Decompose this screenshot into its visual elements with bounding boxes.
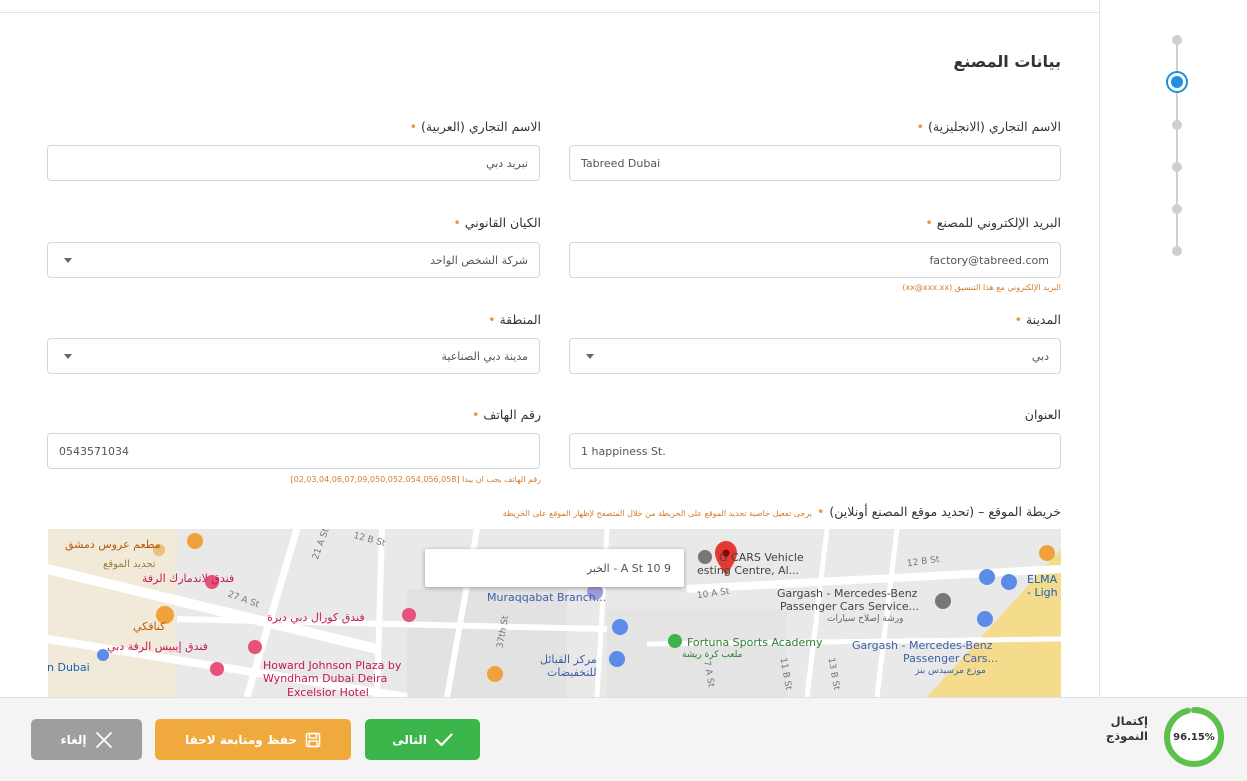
trade-name-en-input[interactable]: Tabreed Dubai: [569, 145, 1061, 181]
phone-input[interactable]: 0543571034: [47, 433, 540, 469]
progress-value: 96.15%: [1173, 731, 1215, 743]
map-label-badminton: ملعب كرة ريشة: [682, 650, 743, 660]
city-value: دبي: [1031, 349, 1049, 363]
next-button[interactable]: التالى: [365, 719, 480, 760]
factory-email-value: factory@tabreed.com: [929, 253, 1049, 267]
form-footer: التالى حفظ ومتابعة لاحقا إلغاء إكتمال ال…: [0, 697, 1247, 781]
step-1[interactable]: [1172, 35, 1182, 45]
chevron-down-icon: [64, 354, 72, 359]
address-label: العنوان: [1024, 407, 1061, 422]
chevron-down-icon: [586, 354, 594, 359]
factory-email-label: البريد الإلكتروني للمصنع•: [925, 215, 1061, 230]
cancel-button-label: إلغاء: [60, 732, 87, 747]
location-map[interactable]: مطعم عروس دمشق تحديد الموقع فندق لاندمار…: [47, 529, 1061, 697]
trade-name-en-value: Tabreed Dubai: [581, 156, 661, 170]
phone-hint: رقم الهاتف يجب ان يبدا [02,03,04,06,07,0…: [290, 475, 541, 484]
stepper-divider: [1099, 0, 1100, 697]
section-title: بيانات المصنع: [953, 52, 1061, 71]
save-button-label: حفظ ومتابعة لاحقا: [184, 732, 298, 747]
map-label-fortuna: Fortuna Sports Academy: [687, 636, 823, 649]
map-search-input[interactable]: 9 A St 10 - الخبر: [425, 549, 684, 587]
map-label-muraqqabat: Muraqqabat Branch...: [487, 591, 607, 604]
map-label-wyndham: Wyndham Dubai Deira: [263, 672, 388, 685]
legal-entity-select[interactable]: شركة الشخص الواحد: [47, 242, 540, 278]
map-label-qabail-2: للتخفيضات: [547, 666, 597, 679]
map-search-value: 9 A St 10 - الخبر: [586, 561, 671, 575]
map-label-dubai: n Dubai: [47, 661, 90, 674]
phone-value: 0543571034: [59, 444, 129, 458]
progress-label: إكتمال النموذج: [1105, 714, 1148, 743]
region-select[interactable]: مدينة دبي الصناعية: [47, 338, 540, 374]
factory-email-hint: البريد الإلكتروني مع هذا التنسيق (xx@xxx…: [902, 283, 1061, 292]
step-2-active[interactable]: [1171, 76, 1183, 88]
save-continue-later-button[interactable]: حفظ ومتابعة لاحقا: [155, 719, 351, 760]
city-select[interactable]: دبي: [569, 338, 1061, 374]
map-label-passenger-cars: Passenger Cars...: [903, 652, 999, 665]
legal-entity-value: شركة الشخص الواحد: [430, 253, 528, 267]
phone-label: رقم الهاتف•: [472, 407, 541, 422]
trade-name-en-label: الاسم التجاري (الانجليزية)•: [916, 119, 1061, 134]
close-icon: [95, 731, 113, 749]
trade-name-ar-label: الاسم التجاري (العربية)•: [409, 119, 541, 134]
map-label-excelsior: Excelsior Hotel: [287, 686, 369, 697]
stepper-track: [1176, 40, 1178, 252]
map-label-howard-johnson: Howard Johnson Plaza by: [263, 659, 402, 672]
cancel-button[interactable]: إلغاء: [31, 719, 142, 760]
address-input[interactable]: 1 happiness St.: [569, 433, 1061, 469]
next-button-label: التالى: [392, 732, 427, 747]
step-5[interactable]: [1172, 204, 1182, 214]
check-icon: [435, 732, 453, 747]
map-label-testing-centre: esting Centre, Al...: [697, 564, 800, 577]
map-label-locate: تحديد الموقع: [103, 559, 156, 570]
map-label-light: - Ligh: [1027, 586, 1058, 599]
legal-entity-label: الكيان القانوني•: [453, 215, 541, 230]
chevron-down-icon: [64, 258, 72, 263]
map-title: خريطة الموقع – (تحديد موقع المصنع أونلاي…: [502, 504, 1061, 519]
region-label: المنطقة•: [488, 312, 541, 327]
map-label-elma: ELMA: [1027, 573, 1058, 586]
map-label-g-cars: G CARS Vehicle: [719, 551, 804, 564]
map-label-gargash-1: Gargash - Mercedes-Benz: [777, 587, 918, 600]
map-label-ibis-hotel: فندق إيبيس الرفة دبي: [107, 640, 208, 653]
step-6[interactable]: [1172, 246, 1182, 256]
trade-name-ar-input[interactable]: تبريد دبي: [47, 145, 540, 181]
top-divider: [0, 12, 1100, 13]
factory-email-input[interactable]: factory@tabreed.com: [569, 242, 1061, 278]
map-label-gargash-2: Gargash - Mercedes-Benz: [852, 639, 993, 652]
map-label-kanafki: كنافكي: [133, 620, 166, 633]
region-value: مدينة دبي الصناعية: [441, 349, 528, 363]
map-label-hotel-landmark: فندق لاندمارك الرفة: [142, 572, 235, 585]
map-note: يرجى تفعيل خاصية تحديد الموقع على الخريط…: [502, 509, 812, 518]
map-label-repair-shop: ورشة إصلاح سيارات: [827, 614, 904, 624]
map-label-mercedes-dealer: موزع مرسيدس بنز: [915, 666, 986, 676]
address-value: 1 happiness St.: [581, 444, 666, 458]
map-label-passenger-service: Passenger Cars Service...: [780, 600, 920, 613]
step-4[interactable]: [1172, 162, 1182, 172]
trade-name-ar-value: تبريد دبي: [486, 156, 528, 170]
map-label-restaurant: مطعم عروس دمشق: [65, 538, 161, 551]
map-label-qabail-1: مركز القبائل: [540, 653, 597, 666]
city-label: المدينة•: [1014, 312, 1061, 327]
step-3[interactable]: [1172, 120, 1182, 130]
save-icon: [305, 732, 321, 748]
map-label-coral-hotel: فندق كورال دبي ديرة: [267, 611, 365, 624]
